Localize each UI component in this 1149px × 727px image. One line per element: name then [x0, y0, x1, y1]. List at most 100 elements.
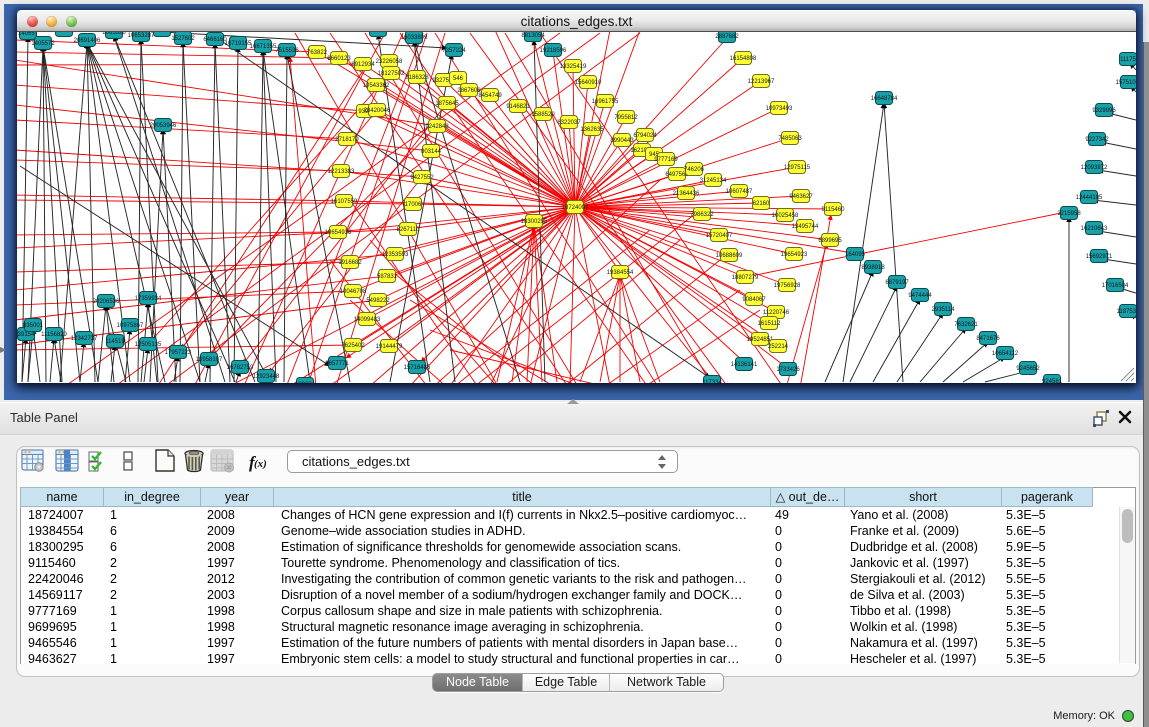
- svg-text:10654112: 10654112: [992, 351, 1019, 357]
- svg-text:1916682: 1916682: [338, 260, 362, 266]
- svg-text:15640910: 15640910: [575, 80, 602, 86]
- svg-text:2069140: 2069140: [52, 32, 76, 34]
- svg-text:10025458: 10025458: [772, 213, 799, 219]
- svg-text:8813054: 8813054: [521, 33, 545, 39]
- svg-text:12353593: 12353593: [382, 252, 409, 258]
- svg-text:5498222: 5498222: [366, 298, 390, 304]
- svg-text:8938918: 8938918: [861, 265, 885, 271]
- svg-text:2065328: 2065328: [102, 32, 126, 36]
- svg-text:16961755: 16961755: [592, 99, 619, 105]
- svg-text:16648784: 16648784: [871, 96, 898, 102]
- svg-text:8990443: 8990443: [610, 138, 634, 144]
- svg-text:16154808: 16154808: [730, 56, 757, 62]
- svg-text:10653287: 10653287: [128, 33, 155, 39]
- svg-text:10958107: 10958107: [196, 357, 223, 363]
- svg-text:835001: 835001: [23, 323, 44, 329]
- svg-text:2887682: 2887682: [715, 34, 739, 40]
- svg-text:9427552: 9427552: [410, 175, 434, 181]
- svg-text:17359934: 17359934: [135, 296, 162, 302]
- svg-text:9227342: 9227342: [1085, 137, 1109, 143]
- svg-text:8322037: 8322037: [557, 120, 581, 126]
- svg-text:39154: 39154: [18, 332, 35, 338]
- svg-text:17006: 17006: [405, 202, 422, 208]
- svg-text:20206536: 20206536: [93, 299, 120, 305]
- svg-text:9084067: 9084067: [742, 297, 766, 303]
- svg-text:114519: 114519: [105, 339, 125, 345]
- svg-text:12342737: 12342737: [71, 336, 98, 342]
- svg-text:14136141: 14136141: [731, 362, 758, 368]
- svg-text:19384554: 19384554: [607, 270, 634, 276]
- svg-text:19144479: 19144479: [376, 344, 403, 350]
- svg-text:6899695: 6899695: [818, 238, 842, 244]
- svg-text:12975115: 12975115: [784, 165, 811, 171]
- svg-text:6879197: 6879197: [885, 280, 909, 286]
- svg-text:18127502: 18127502: [378, 71, 405, 77]
- svg-text:12213383: 12213383: [328, 169, 355, 175]
- svg-text:140557: 140557: [18, 32, 39, 37]
- svg-text:9146821: 9146821: [506, 104, 530, 110]
- svg-text:9777169: 9777169: [654, 157, 678, 163]
- svg-text:12213967: 12213967: [748, 79, 775, 85]
- svg-text:763822: 763822: [307, 50, 328, 56]
- svg-text:21364436: 21364436: [673, 191, 700, 197]
- svg-text:3215958: 3215958: [1057, 211, 1081, 217]
- svg-text:15751074: 15751074: [1116, 80, 1136, 86]
- svg-text:8267110: 8267110: [397, 227, 421, 233]
- svg-text:803144: 803144: [421, 149, 442, 155]
- svg-text:7485063: 7485063: [778, 136, 802, 142]
- svg-text:(x): (x): [254, 458, 267, 470]
- svg-text:746206: 746206: [684, 167, 705, 173]
- svg-text:12093872: 12093872: [1081, 165, 1108, 171]
- svg-text:1362635: 1362635: [580, 127, 604, 133]
- svg-text:7632621: 7632621: [954, 322, 978, 328]
- svg-text:23420046: 23420046: [364, 108, 391, 114]
- svg-text:10973493: 10973493: [766, 106, 793, 112]
- svg-text:17957223: 17957223: [165, 350, 192, 356]
- svg-text:10046708: 10046708: [340, 289, 367, 295]
- svg-text:19654923: 19654923: [781, 252, 808, 258]
- svg-text:62160: 62160: [753, 201, 770, 207]
- svg-text:1187534: 1187534: [1117, 309, 1136, 315]
- svg-text:9474444: 9474444: [908, 293, 932, 299]
- svg-text:8660123: 8660123: [327, 56, 351, 62]
- svg-text:20691406: 20691406: [74, 38, 101, 44]
- svg-text:11175: 11175: [1120, 57, 1136, 63]
- svg-text:587831: 587831: [377, 274, 398, 280]
- svg-text:10975867: 10975867: [117, 323, 144, 329]
- svg-text:12923448: 12923448: [253, 374, 280, 380]
- svg-text:15692971: 15692971: [1086, 254, 1113, 260]
- svg-text:7357224: 7357224: [442, 48, 466, 54]
- svg-text:15716485: 15716485: [404, 365, 431, 371]
- svg-text:13325419: 13325419: [560, 64, 587, 70]
- svg-text:16107559: 16107559: [331, 199, 358, 205]
- svg-text:8912934: 8912934: [351, 62, 375, 68]
- svg-text:17016504: 17016504: [1102, 283, 1129, 289]
- svg-text:12505135: 12505135: [135, 342, 162, 348]
- svg-text:8471676: 8471676: [976, 336, 1000, 342]
- svg-text:252214: 252214: [768, 344, 789, 350]
- svg-text:10719155: 10719155: [225, 41, 252, 47]
- svg-text:2935114: 2935114: [932, 307, 956, 313]
- svg-text:19756928: 19756928: [774, 283, 801, 289]
- svg-text:19654936: 19654936: [325, 230, 352, 236]
- svg-text:10688609: 10688609: [716, 253, 743, 259]
- svg-text:546: 546: [453, 76, 464, 82]
- svg-text:16210643: 16210643: [1081, 226, 1108, 232]
- svg-text:18807279: 18807279: [732, 275, 759, 281]
- svg-text:7625402: 7625402: [341, 343, 365, 349]
- svg-text:1527602: 1527602: [171, 36, 195, 42]
- svg-text:14099483: 14099483: [354, 317, 381, 323]
- svg-text:7955812: 7955812: [614, 115, 638, 121]
- svg-text:12444195: 12444195: [1076, 195, 1103, 201]
- svg-text:11156829: 11156829: [41, 332, 67, 338]
- svg-text:152760: 152760: [152, 32, 173, 34]
- svg-text:15720407: 15720407: [706, 233, 733, 239]
- svg-text:1875645: 1875645: [435, 101, 459, 107]
- svg-text:9329996: 9329996: [1092, 108, 1116, 114]
- svg-text:23226058: 23226058: [376, 59, 403, 65]
- svg-text:10543362: 10543362: [363, 83, 390, 89]
- svg-text:117334: 117334: [702, 380, 722, 383]
- svg-text:11220746: 11220746: [763, 310, 790, 316]
- svg-text:109234: 109234: [295, 382, 316, 383]
- svg-text:20053946: 20053946: [150, 123, 177, 129]
